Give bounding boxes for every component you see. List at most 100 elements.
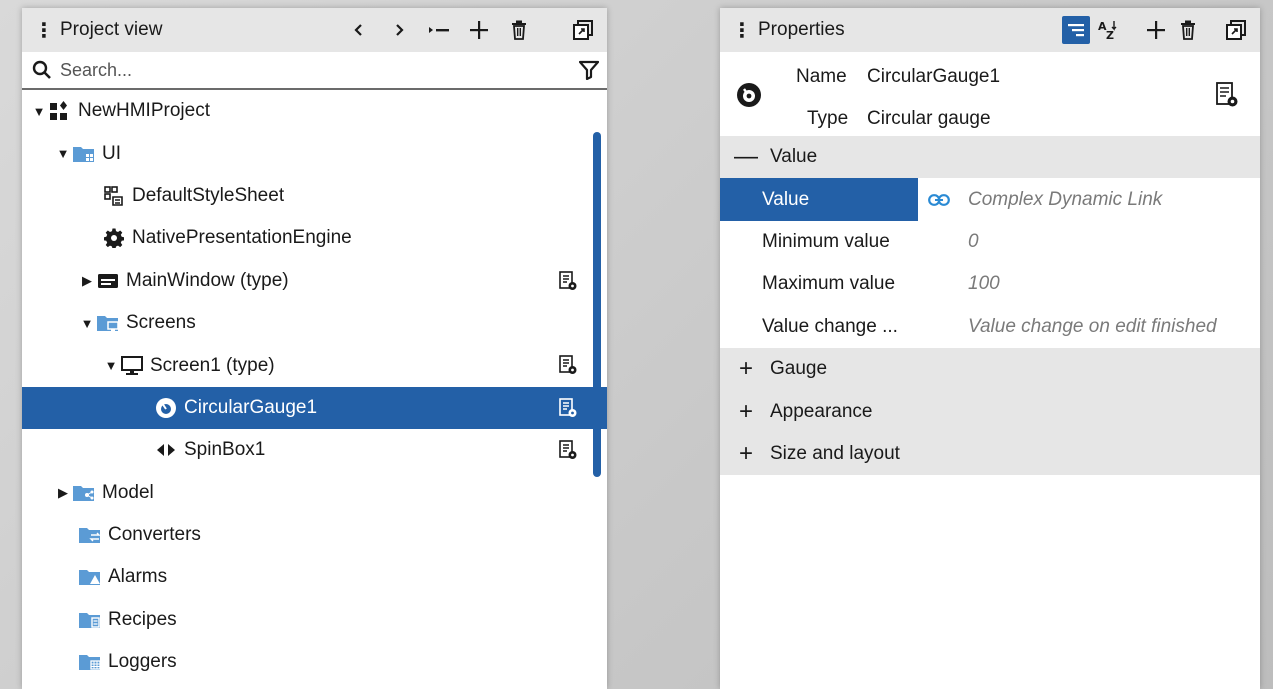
plus-icon	[470, 21, 488, 39]
property-value[interactable]: Complex Dynamic Link	[968, 189, 1162, 211]
tree-item-label: UI	[102, 142, 121, 164]
group-label: Gauge	[770, 358, 828, 380]
caret-right-icon[interactable]: ▶	[54, 485, 72, 501]
search-bar	[22, 52, 607, 90]
panel-menu-icon[interactable]: ⋮	[732, 18, 752, 43]
trash-icon	[1181, 20, 1195, 40]
gear-icon	[102, 227, 126, 249]
tree-item-label: Recipes	[108, 608, 177, 630]
gauge-icon	[154, 397, 178, 419]
collapse-all-icon	[429, 27, 449, 33]
caret-down-icon[interactable]: ▼	[102, 358, 120, 373]
tree-item-nativepresentationengine[interactable]: NativePresentationEngine	[22, 217, 607, 259]
categorized-list-icon	[1068, 24, 1084, 37]
loggers-folder-icon	[78, 651, 102, 673]
caret-down-icon[interactable]: ▼	[54, 146, 72, 161]
caret-down-icon[interactable]: ▼	[30, 104, 48, 119]
ui-folder-icon	[72, 143, 96, 165]
expand-icon[interactable]: +	[734, 355, 758, 383]
tree-item-label: Alarms	[108, 566, 168, 588]
tree-item-defaultstylesheet[interactable]: DefaultStyleSheet	[22, 175, 607, 217]
delete-property-button[interactable]	[1174, 16, 1202, 44]
tree-item-ui[interactable]: ▼ UI	[22, 132, 607, 174]
edit-document-icon[interactable]	[559, 397, 577, 424]
tree-item-converters[interactable]: Converters	[22, 514, 607, 556]
alarms-folder-icon	[78, 566, 102, 588]
group-label: Appearance	[770, 400, 873, 422]
add-button[interactable]	[465, 16, 493, 44]
object-name[interactable]: CircularGauge1	[867, 66, 1000, 88]
delete-button[interactable]	[505, 16, 533, 44]
tree-item-label: Loggers	[108, 651, 177, 673]
collapse-all-button[interactable]	[425, 16, 453, 44]
filter-icon[interactable]	[579, 60, 599, 80]
monitor-icon	[120, 355, 144, 377]
plus-icon	[1147, 21, 1165, 39]
tree-item-label: Screens	[126, 312, 196, 334]
tree-scrollbar[interactable]	[593, 132, 601, 477]
tree-item-newhmiproject[interactable]: ▼ NewHMIProject	[22, 90, 607, 132]
tree-item-label: NativePresentationEngine	[132, 227, 352, 249]
tree-item-mainwindow[interactable]: ▶ MainWindow (type)	[22, 260, 607, 302]
tree-item-label: Model	[102, 481, 154, 503]
caret-down-icon[interactable]: ▼	[78, 316, 96, 331]
type-label: Type	[807, 108, 849, 129]
property-name: Value	[720, 178, 918, 221]
edit-document-icon[interactable]	[1216, 82, 1238, 113]
detach-button[interactable]	[569, 16, 597, 44]
add-property-button[interactable]	[1142, 16, 1170, 44]
tree-item-circulargauge1[interactable]: CircularGauge1	[22, 386, 607, 430]
project-tree: ▼ NewHMIProject ▼ UI DefaultStyleSheet N…	[22, 90, 607, 683]
property-value[interactable]: 100	[918, 273, 1260, 295]
expand-icon[interactable]: +	[734, 440, 758, 468]
model-folder-icon	[72, 482, 96, 504]
gauge-icon	[736, 82, 762, 113]
converters-folder-icon	[78, 524, 102, 546]
name-label: Name	[796, 66, 847, 87]
tree-item-spinbox1[interactable]: SpinBox1	[22, 429, 607, 471]
expand-icon[interactable]: +	[734, 398, 758, 426]
collapse-icon[interactable]: —	[734, 143, 758, 171]
recipes-folder-icon	[78, 609, 102, 631]
edit-document-icon[interactable]	[559, 440, 577, 466]
property-value[interactable]: 0	[918, 231, 1260, 253]
tree-item-model[interactable]: ▶ Model	[22, 472, 607, 514]
property-value[interactable]: Value change on edit finished	[918, 316, 1260, 338]
property-row-value[interactable]: Value Complex Dynamic Link	[720, 178, 1260, 221]
window-detach-icon	[1226, 20, 1246, 40]
caret-right-icon[interactable]: ▶	[78, 273, 96, 289]
property-row-value-change[interactable]: Value change ... Value change on edit fi…	[720, 306, 1260, 348]
group-gauge[interactable]: + Gauge	[720, 347, 1260, 391]
edit-document-icon[interactable]	[559, 270, 577, 297]
tree-item-label: Screen1 (type)	[150, 354, 275, 376]
tree-item-screen1[interactable]: ▼ Screen1 (type)	[22, 344, 607, 386]
forward-button[interactable]	[385, 16, 413, 44]
back-button[interactable]	[345, 16, 373, 44]
group-appearance[interactable]: + Appearance	[720, 390, 1260, 433]
properties-title: Properties	[758, 19, 845, 40]
tree-item-screens[interactable]: ▼ Screens	[22, 302, 607, 344]
project-view-panel: ⋮ Project view ▼ New	[22, 8, 607, 689]
tree-item-loggers[interactable]: Loggers	[22, 641, 607, 683]
property-name: Maximum value	[762, 273, 896, 295]
edit-document-icon[interactable]	[559, 355, 577, 381]
property-row-maximum-value[interactable]: Maximum value 100	[720, 263, 1260, 305]
tree-item-label: MainWindow (type)	[126, 269, 289, 291]
tree-item-alarms[interactable]: Alarms	[22, 556, 607, 598]
property-row-minimum-value[interactable]: Minimum value 0	[720, 221, 1260, 263]
detach-button[interactable]	[1222, 16, 1250, 44]
link-icon[interactable]	[928, 193, 950, 206]
group-label: Size and layout	[770, 442, 900, 464]
categorized-view-button[interactable]	[1062, 16, 1090, 44]
group-size-and-layout[interactable]: + Size and layout	[720, 432, 1260, 476]
search-icon	[32, 60, 51, 79]
sort-az-button[interactable]: AZ	[1094, 16, 1122, 44]
search-input[interactable]	[60, 59, 579, 81]
chevron-right-icon	[396, 24, 404, 36]
tree-item-recipes[interactable]: Recipes	[22, 599, 607, 641]
screens-folder-icon	[96, 312, 120, 334]
window-icon	[96, 270, 120, 292]
project-view-header: ⋮ Project view	[22, 8, 607, 52]
panel-menu-icon[interactable]: ⋮	[34, 18, 54, 43]
group-value[interactable]: — Value	[720, 136, 1260, 179]
